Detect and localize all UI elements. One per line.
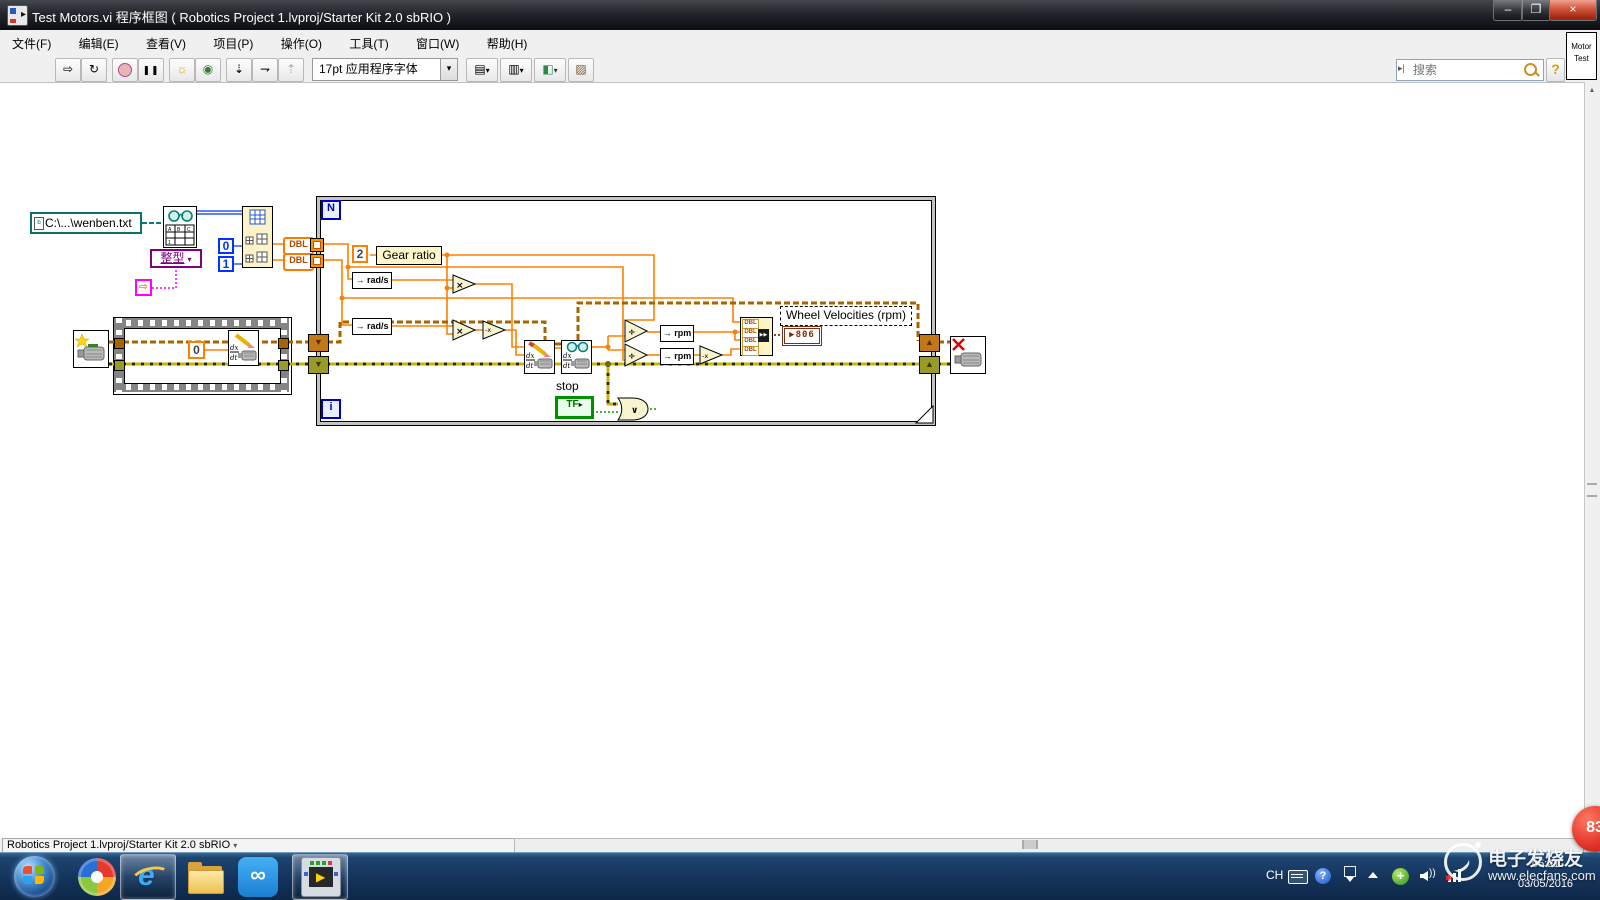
internet-explorer-icon: e [129,857,173,895]
shift-register-left[interactable]: ▼ [308,334,329,352]
file-path-constant[interactable]: b C:\...\wenben.txt [30,212,142,234]
index-array-node[interactable] [242,206,273,268]
file-explorer-icon[interactable] [186,858,224,896]
gear-ratio-constant[interactable]: 2 [352,245,368,263]
svg-text:dx: dx [563,352,571,360]
vertical-scrollbar[interactable] [1584,82,1600,838]
svg-text:dt: dt [230,354,237,362]
svg-text:C: C [187,227,191,233]
watermark-logo [1444,842,1482,881]
context-dropdown-icon: ▾ [233,841,238,850]
svg-text:÷: ÷ [628,328,636,338]
rpm-unit-box[interactable]: → rpm [660,325,694,342]
svg-text:dt: dt [526,362,533,370]
show-hidden-icons-button[interactable] [1368,872,1378,878]
keyboard-icon[interactable] [1288,870,1308,884]
path-icon: b [34,217,44,230]
horizontal-scrollbar[interactable] [514,838,1584,853]
write-motor-velocity-subvi[interactable]: dx dt [228,330,259,366]
index-constant-0[interactable]: 0 [218,238,234,254]
svg-text:dx: dx [526,352,534,360]
pencil-icon: dx dt [526,341,553,370]
start-button[interactable] [14,856,55,897]
index-constant-1[interactable]: 1 [218,256,234,272]
scroll-up-icon[interactable]: ▲ [1586,85,1598,97]
loop-iteration-terminal[interactable]: i [321,399,341,419]
read-motor-velocity-subvi[interactable]: dx dt [561,340,592,374]
type-ring-constant[interactable]: 整型 ▾ [150,249,202,268]
wheel-velocities-indicator[interactable]: ▶806 [782,326,822,346]
input-method-help-icon[interactable]: ? [1315,868,1331,884]
motor-open-icon [74,333,105,361]
baidu-netdisk-icon[interactable]: ∞ [238,857,278,897]
rpm-unit-box[interactable]: → rpm [660,348,694,365]
shift-register-left[interactable]: ▼ [308,356,329,374]
labview-task-button[interactable]: ▶ [292,854,348,900]
svg-text:×: × [456,327,464,337]
build-array-node[interactable]: DBL DBL DBL DBL ▶▶ [740,317,773,356]
refnum-constant[interactable]: ⇨ [135,279,152,296]
ring-dropdown-icon[interactable]: ▾ [188,255,192,264]
spectacles-icon: dx dt [563,341,590,370]
array-grid-icon [245,209,268,263]
svg-text:A: A [168,227,172,233]
open-motor-subvi[interactable] [73,330,109,368]
shift-register-right[interactable]: ▲ [919,334,940,352]
sequence-tunnel[interactable] [278,360,289,371]
auto-index-tunnel[interactable] [310,254,324,268]
svg-text:×: × [456,281,464,291]
wheel-velocities-label[interactable]: Wheel Velocities (rpm) [780,306,912,326]
sequence-tunnel[interactable] [114,338,125,349]
language-indicator[interactable]: CH [1266,868,1283,882]
browser-pinwheel-icon[interactable] [78,858,116,896]
svg-text:÷: ÷ [628,352,636,362]
svg-text:∨: ∨ [631,405,638,415]
gear-ratio-label[interactable]: Gear ratio [376,246,442,265]
rad-per-s-unit-box[interactable]: → rad/s [352,272,392,289]
project-context-button[interactable]: Robotics Project 1.lvproj/Starter Kit 2.… [2,838,520,853]
stop-label[interactable]: stop [556,379,579,393]
svg-text:dx: dx [230,344,238,352]
auto-index-tunnel[interactable] [310,238,324,252]
pencil-icon: dx dt [230,333,257,362]
horizontal-scrollbar-grip[interactable] [1022,840,1038,849]
sequence-tunnel[interactable] [114,360,125,371]
labview-icon: ▶ [301,857,341,897]
svg-text:-x: -x [702,352,708,360]
restore-window-icon[interactable] [1344,866,1356,877]
screen: ▸ Test Motors.vi 程序框图 ( Robotics Project… [0,0,1600,900]
sequence-tunnel[interactable] [278,338,289,349]
wires-layer: × × ÷ ÷ -x -x ∨ [109,210,950,424]
svg-text:-x: -x [485,326,491,334]
loop-count-terminal[interactable]: N [321,200,341,220]
watermark-title: 电子发烧友 [1488,849,1584,870]
motor-close-icon [952,338,982,367]
svg-text:1: 1 [168,240,171,246]
stop-boolean-terminal[interactable]: TF▸ [555,396,594,419]
scrollbar-grip[interactable] [1587,483,1597,497]
internet-explorer-task-button[interactable]: e [120,854,176,900]
write-motor-velocity-subvi[interactable]: dx dt [524,340,555,374]
velocity-zero-constant[interactable]: 0 [188,341,205,359]
spectacles-icon: ABC 1 [165,210,195,246]
safety-center-icon[interactable]: + [1392,868,1409,885]
array-arrows-icon: ▶▶ [758,329,769,342]
loop-resize-corner[interactable] [914,404,934,424]
tray-dropdown-icon[interactable] [1346,877,1354,882]
watermark-url: www.elecfans.com [1488,868,1596,883]
close-motor-subvi[interactable] [950,336,986,374]
svg-text:dt: dt [563,362,570,370]
rad-per-s-unit-box[interactable]: → rad/s [352,318,392,335]
read-spreadsheet-file-node[interactable]: ABC 1 [163,206,197,248]
shift-register-right[interactable]: ▲ [919,356,940,374]
